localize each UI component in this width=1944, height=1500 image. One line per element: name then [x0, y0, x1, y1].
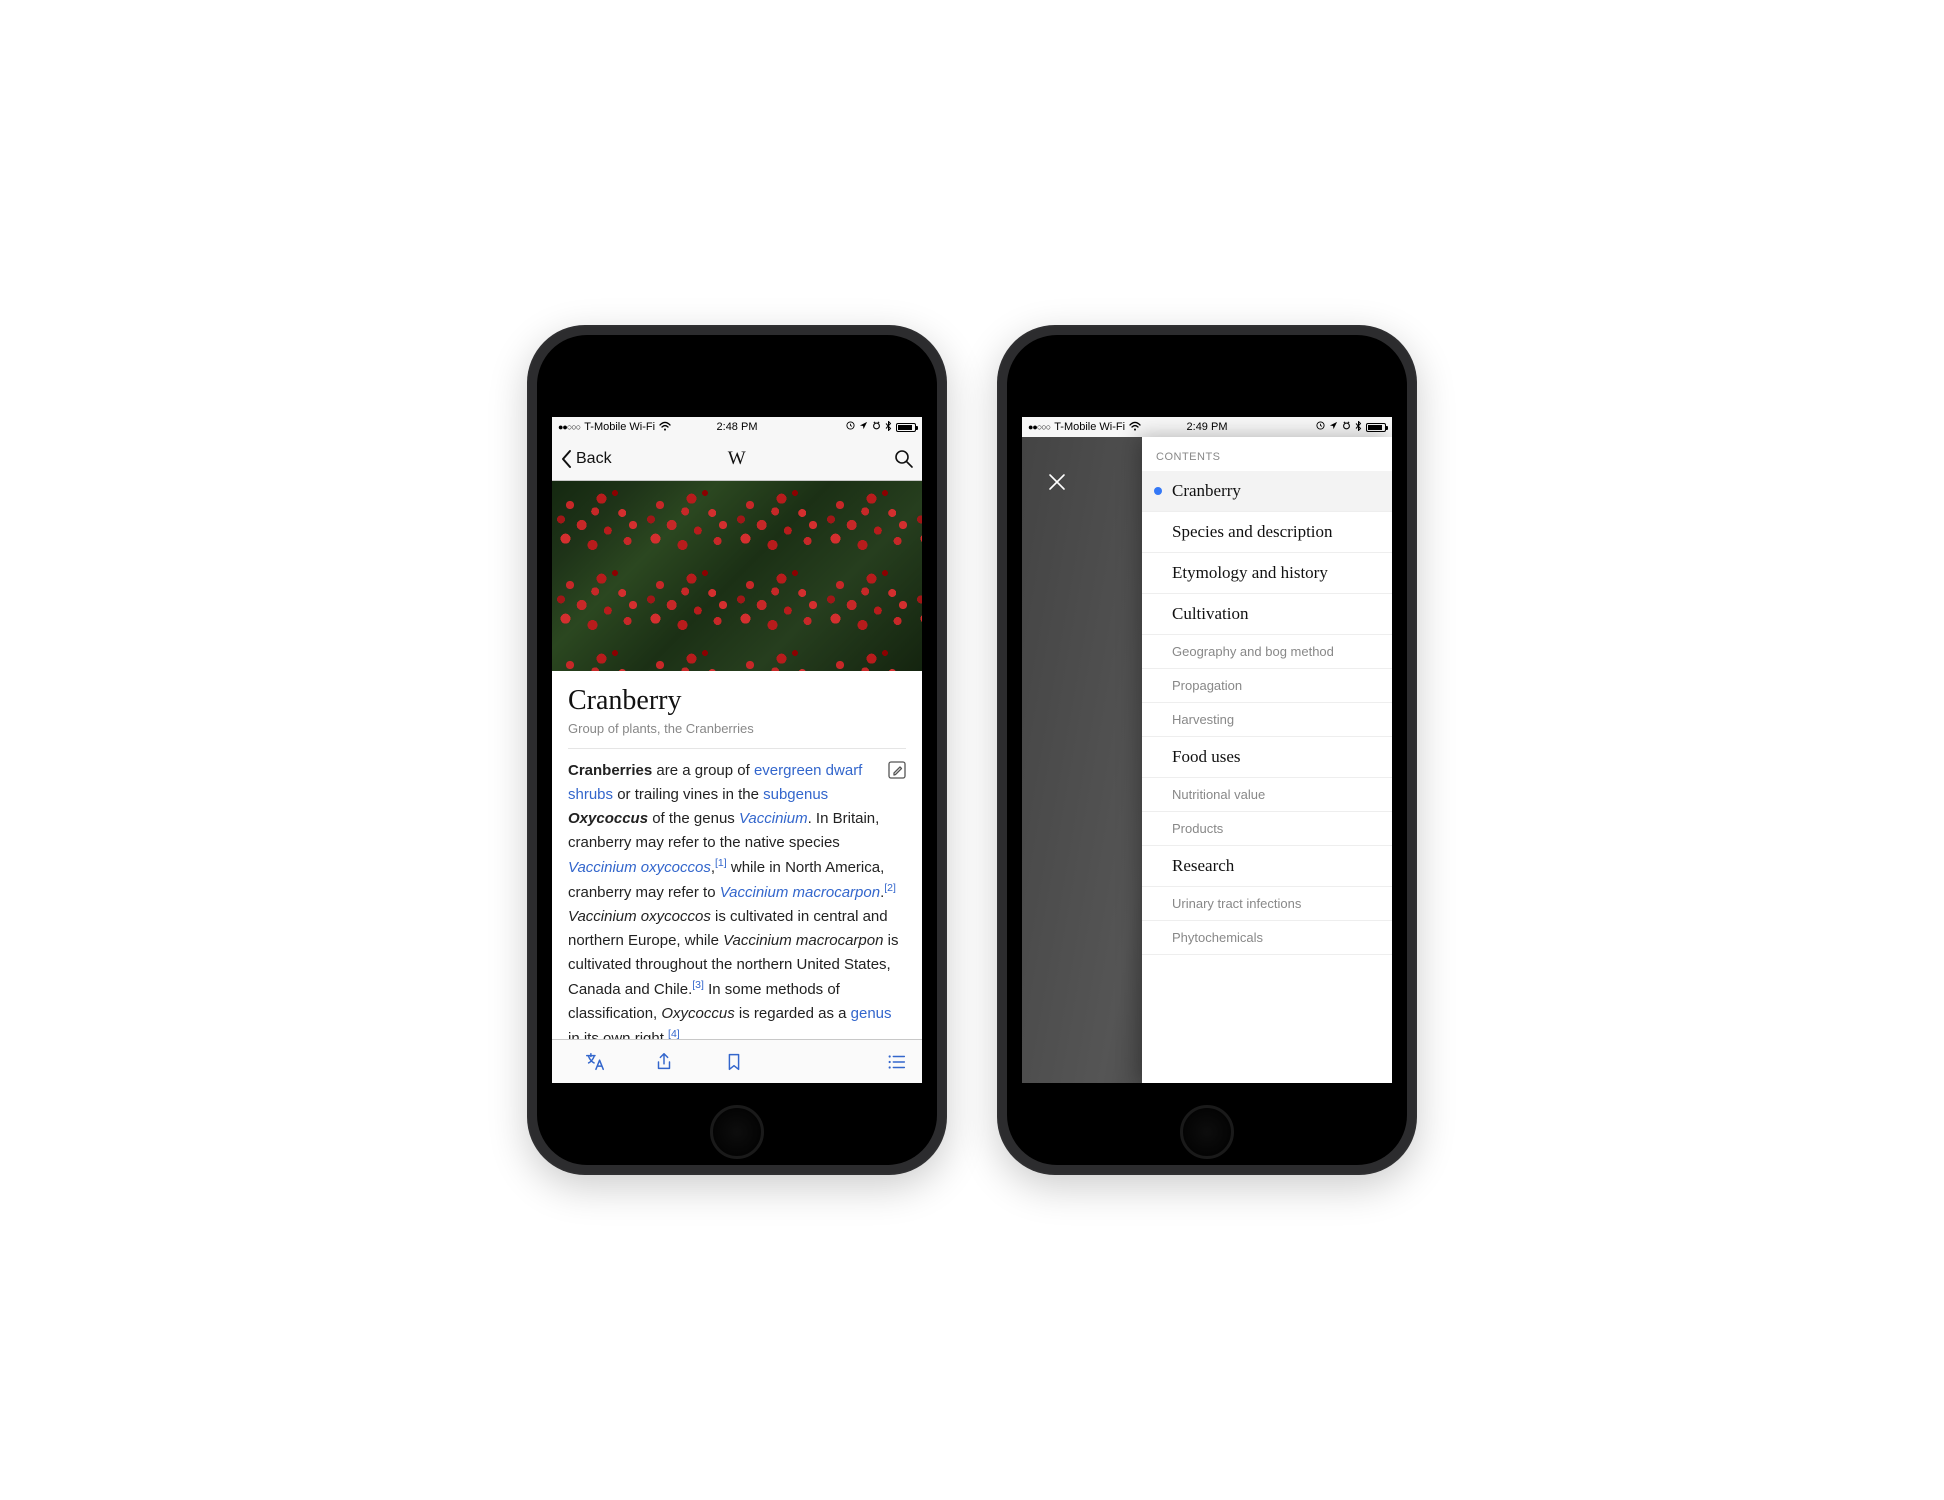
- link-vaccinium-oxycoccos[interactable]: Vaccinium oxycoccos: [568, 859, 711, 876]
- toc-item[interactable]: Species and description: [1142, 512, 1392, 553]
- link-genus[interactable]: genus: [851, 1005, 892, 1022]
- ref-3[interactable]: [3]: [692, 981, 704, 998]
- status-bar: ●●○○○ T-Mobile Wi-Fi 2:48 PM: [552, 417, 922, 437]
- chevron-left-icon: [560, 449, 574, 469]
- toc-button[interactable]: [769, 1051, 914, 1073]
- toc-item[interactable]: Research: [1142, 846, 1392, 887]
- orientation-lock-icon: [846, 421, 855, 433]
- ref-2[interactable]: [2]: [884, 884, 896, 901]
- bluetooth-icon: [885, 421, 892, 434]
- ref-1[interactable]: [1]: [715, 859, 727, 876]
- search-button[interactable]: [894, 449, 914, 469]
- home-button[interactable]: [1180, 1105, 1234, 1159]
- article-subtitle: Group of plants, the Cranberries: [568, 721, 906, 736]
- dimmed-backdrop[interactable]: CONTENTS CranberrySpecies and descriptio…: [1022, 437, 1392, 1083]
- share-button[interactable]: [630, 1051, 700, 1073]
- home-button[interactable]: [710, 1105, 764, 1159]
- search-icon: [894, 449, 914, 469]
- link-vaccinium[interactable]: Vaccinium: [739, 810, 808, 827]
- link-evergreen[interactable]: evergreen: [754, 762, 822, 779]
- toc-item[interactable]: Urinary tract infections: [1142, 887, 1392, 921]
- toc-item[interactable]: Propagation: [1142, 669, 1392, 703]
- divider: [568, 748, 906, 749]
- orientation-lock-icon: [1316, 421, 1325, 433]
- toc-item[interactable]: Products: [1142, 812, 1392, 846]
- wifi-icon: [659, 421, 671, 434]
- signal-dots-icon: ●●○○○: [558, 422, 580, 432]
- phone-right: ●●○○○ T-Mobile Wi-Fi 2:49 PM: [997, 325, 1417, 1175]
- toc-list[interactable]: CranberrySpecies and descriptionEtymolog…: [1142, 471, 1392, 1083]
- bluetooth-icon: [1355, 421, 1362, 434]
- article-body: Cranberry Group of plants, the Cranberri…: [552, 671, 922, 1039]
- toc-item[interactable]: Food uses: [1142, 737, 1392, 778]
- toc-panel: CONTENTS CranberrySpecies and descriptio…: [1142, 437, 1392, 1083]
- bookmark-icon: [723, 1051, 745, 1073]
- toc-item[interactable]: Harvesting: [1142, 703, 1392, 737]
- toc-item[interactable]: Cranberry: [1142, 471, 1392, 512]
- close-icon: [1046, 471, 1068, 493]
- status-bar: ●●○○○ T-Mobile Wi-Fi 2:49 PM: [1022, 417, 1392, 437]
- share-icon: [653, 1051, 675, 1073]
- toc-header: CONTENTS: [1142, 437, 1392, 471]
- lead-bold: Cranberries: [568, 762, 652, 779]
- alarm-icon: [1342, 421, 1351, 433]
- toc-item[interactable]: Phytochemicals: [1142, 921, 1392, 955]
- battery-icon: [896, 423, 916, 432]
- location-icon: [859, 421, 868, 433]
- bookmark-button[interactable]: [699, 1051, 769, 1073]
- lead-paragraph: Cranberries are a group of evergreen dwa…: [568, 759, 906, 1039]
- hero-image[interactable]: [552, 481, 922, 671]
- ref-4[interactable]: [4]: [668, 1030, 680, 1039]
- pencil-icon: [886, 759, 908, 781]
- toc-item[interactable]: Etymology and history: [1142, 553, 1392, 594]
- toc-item[interactable]: Nutritional value: [1142, 778, 1392, 812]
- wifi-icon: [1129, 421, 1141, 434]
- language-button[interactable]: [560, 1051, 630, 1073]
- back-label: Back: [576, 450, 612, 468]
- edit-button[interactable]: [886, 759, 908, 789]
- location-icon: [1329, 421, 1338, 433]
- link-vaccinium-macrocarpon[interactable]: Vaccinium macrocarpon: [720, 884, 880, 901]
- bottom-toolbar: [552, 1039, 922, 1083]
- toc-item[interactable]: Cultivation: [1142, 594, 1392, 635]
- close-button[interactable]: [1046, 471, 1068, 493]
- battery-icon: [1366, 423, 1386, 432]
- signal-dots-icon: ●●○○○: [1028, 422, 1050, 432]
- alarm-icon: [872, 421, 881, 433]
- toc-icon: [886, 1051, 908, 1073]
- language-icon: [584, 1051, 606, 1073]
- carrier-label: T-Mobile Wi-Fi: [584, 421, 655, 433]
- back-button[interactable]: Back: [560, 449, 612, 469]
- article-title: Cranberry: [568, 685, 906, 717]
- toc-screen: ●●○○○ T-Mobile Wi-Fi 2:49 PM: [1022, 417, 1392, 1083]
- phone-left: ●●○○○ T-Mobile Wi-Fi 2:48 PM: [527, 325, 947, 1175]
- carrier-label: T-Mobile Wi-Fi: [1054, 421, 1125, 433]
- toc-item[interactable]: Geography and bog method: [1142, 635, 1392, 669]
- link-subgenus[interactable]: subgenus: [763, 786, 828, 803]
- article-screen: ●●○○○ T-Mobile Wi-Fi 2:48 PM: [552, 417, 922, 1083]
- nav-bar: Back W: [552, 437, 922, 481]
